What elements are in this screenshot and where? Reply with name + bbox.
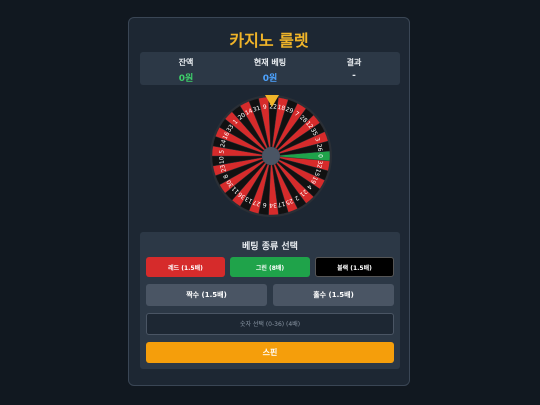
result-stat: 결과 - — [314, 57, 394, 81]
number-input[interactable] — [146, 313, 394, 335]
balance-stat: 잔액 0원 — [146, 57, 226, 84]
stats-bar: 잔액 0원 현재 베팅 0원 결과 - — [140, 52, 400, 85]
roulette-card: 카지노 룰렛 잔액 0원 현재 베팅 0원 결과 - 0 32 15 19 4 21 2 25… — [128, 17, 410, 386]
bet-odd-button[interactable]: 홀수 (1.5배) — [273, 284, 394, 306]
bet-green-button[interactable]: 그린 (8배) — [230, 257, 310, 277]
bet-panel: 베팅 종류 선택 레드 (1.5배) 그린 (8배) 블랙 (1.5배) 짝수 … — [140, 232, 400, 369]
bet-even-button[interactable]: 짝수 (1.5배) — [146, 284, 267, 306]
wheel-pocket-number: 5 — [219, 149, 226, 154]
bet-red-button[interactable]: 레드 (1.5배) — [146, 257, 225, 277]
roulette-wheel: 0321519421225173462713361130823105241633… — [210, 95, 332, 217]
current-bet-label: 현재 베팅 — [253, 58, 287, 67]
wheel-hub — [262, 147, 280, 165]
wheel-pocket-number: 0 — [317, 154, 324, 158]
balance-label: 잔액 — [178, 58, 194, 67]
wheel-pointer-icon — [265, 95, 279, 107]
current-bet-stat: 현재 베팅 0원 — [230, 57, 310, 84]
wheel-pocket-number: 10 — [218, 156, 226, 164]
current-bet-value: 0원 — [262, 74, 278, 84]
wheel-pocket-number: 26 — [315, 143, 323, 152]
result-value: - — [352, 71, 356, 81]
wheel-pocket-number: 34 — [269, 201, 277, 208]
bet-panel-title: 베팅 종류 선택 — [242, 242, 298, 252]
result-label: 결과 — [346, 58, 362, 67]
bet-black-button[interactable]: 블랙 (1.5배) — [315, 257, 394, 277]
page-title: 카지노 룰렛 — [229, 31, 309, 50]
balance-value: 0원 — [178, 74, 194, 84]
spin-button[interactable]: 스핀 — [146, 342, 394, 363]
